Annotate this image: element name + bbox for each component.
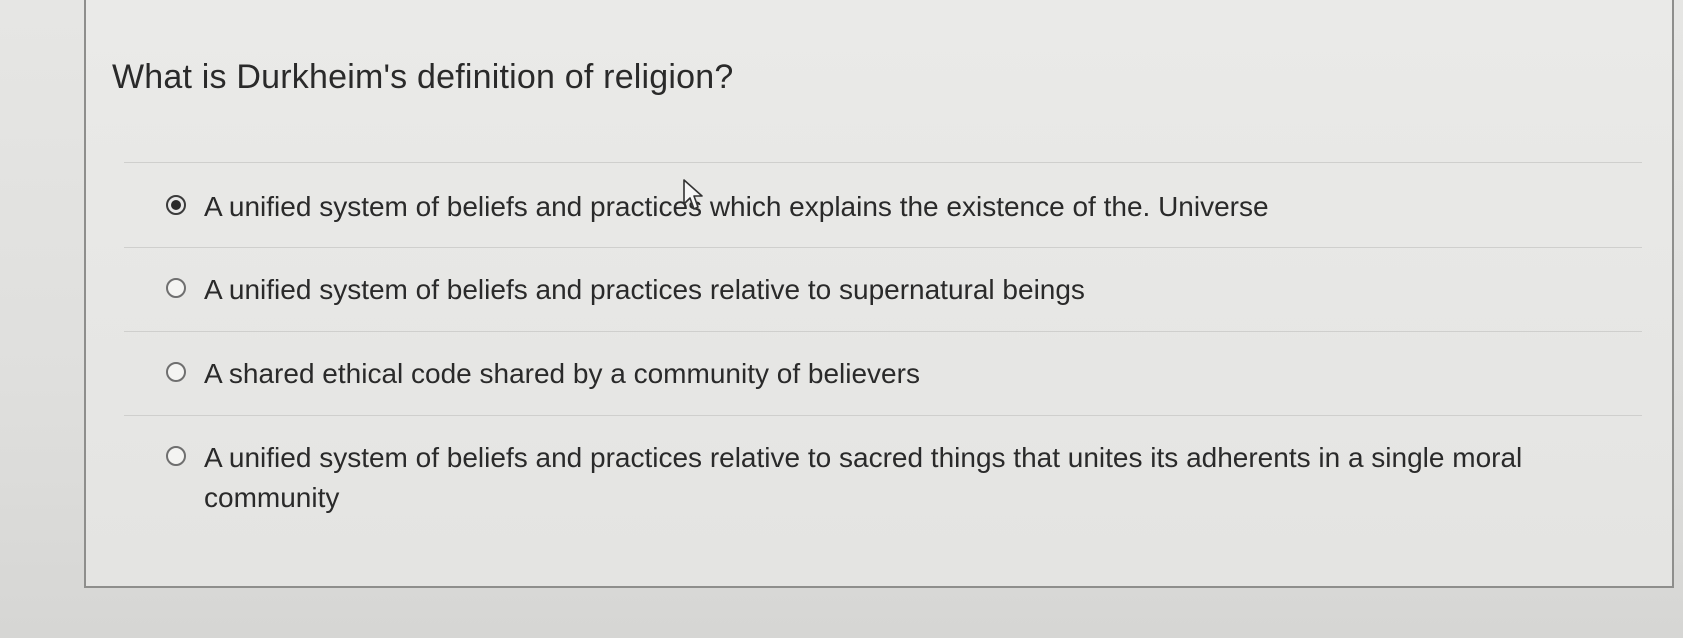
mouse-pointer-icon (683, 179, 703, 210)
answer-option-2[interactable]: A unified system of beliefs and practice… (124, 247, 1642, 331)
radio-button-icon[interactable] (166, 446, 186, 466)
question-title: What is Durkheim's definition of religio… (112, 58, 734, 96)
radio-button-icon[interactable] (166, 278, 186, 298)
answer-option-label: A shared ethical code shared by a commun… (204, 358, 920, 389)
answer-option-3[interactable]: A shared ethical code shared by a commun… (124, 331, 1642, 415)
answer-option-label: A unified system of beliefs and practice… (204, 191, 1269, 222)
answer-option-label: A unified system of beliefs and practice… (204, 442, 1523, 513)
answer-option-4[interactable]: A unified system of beliefs and practice… (124, 415, 1642, 525)
answer-option-label: A unified system of beliefs and practice… (204, 274, 1085, 305)
radio-dot-icon (171, 200, 181, 210)
radio-button-selected-icon[interactable] (166, 195, 186, 215)
question-card: What is Durkheim's definition of religio… (84, 0, 1674, 588)
answer-option-1[interactable]: A unified system of beliefs and practice… (124, 162, 1642, 247)
radio-button-icon[interactable] (166, 362, 186, 382)
answer-options: A unified system of beliefs and practice… (86, 162, 1672, 525)
